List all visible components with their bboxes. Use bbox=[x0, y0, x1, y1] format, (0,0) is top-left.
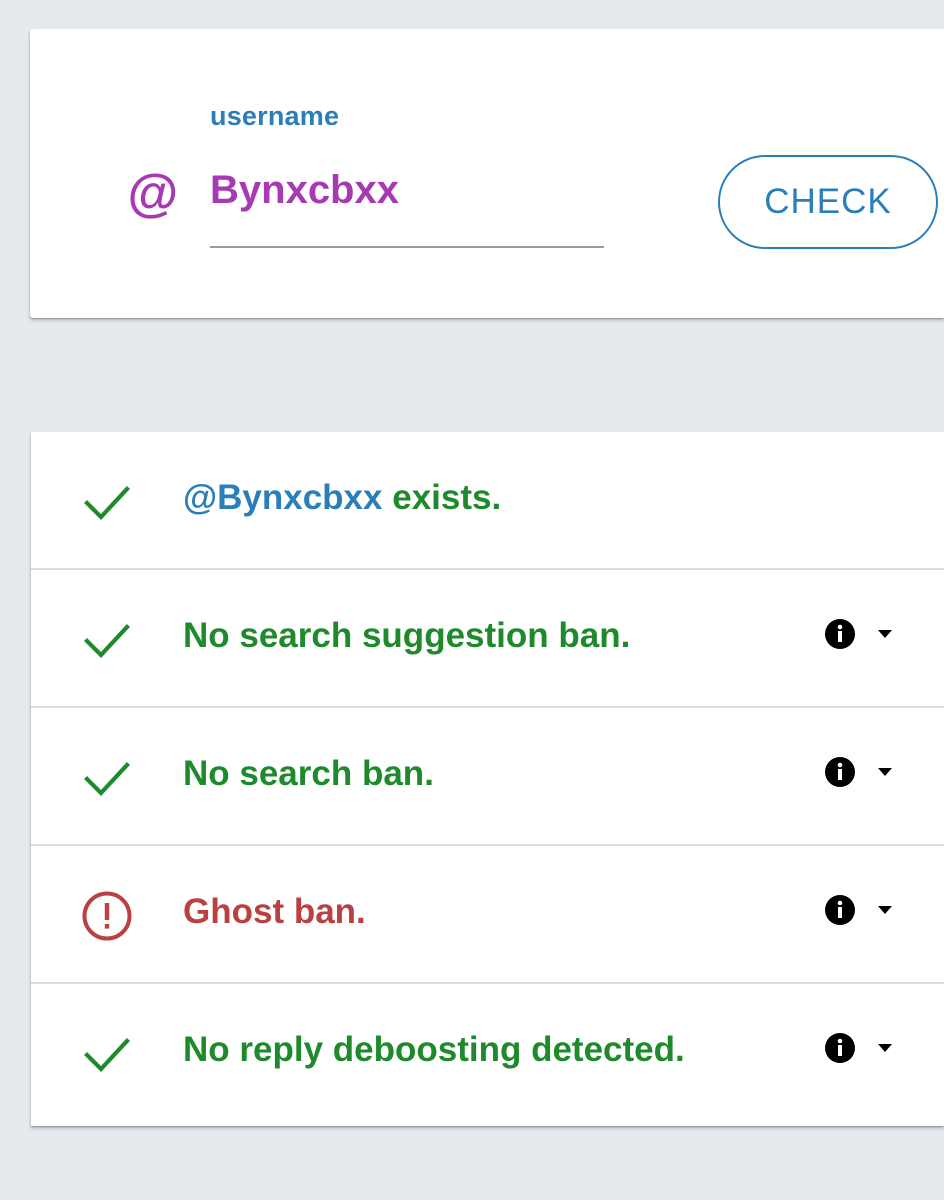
result-text-search-suggestion: No search suggestion ban. bbox=[183, 616, 631, 655]
chevron-down-icon[interactable] bbox=[876, 766, 894, 778]
result-text-exists: @Bynxcbxx exists. bbox=[183, 478, 501, 518]
chevron-down-icon[interactable] bbox=[876, 904, 894, 916]
info-icon[interactable] bbox=[824, 1032, 856, 1064]
chevron-down-icon[interactable] bbox=[876, 1042, 894, 1054]
result-row-ghost-ban[interactable]: Ghost ban. bbox=[31, 846, 944, 984]
info-icon[interactable] bbox=[824, 894, 856, 926]
result-row-search-suggestion[interactable]: No search suggestion ban. bbox=[31, 570, 944, 708]
username-input-underline bbox=[210, 246, 604, 248]
at-sign-icon: @ bbox=[126, 165, 178, 223]
check-button[interactable]: CHECK bbox=[718, 155, 938, 249]
result-text-search-ban: No search ban. bbox=[183, 754, 434, 793]
check-icon bbox=[84, 624, 130, 659]
username-search-card: username @ CHECK bbox=[30, 29, 944, 318]
info-icon[interactable] bbox=[824, 756, 856, 788]
chevron-down-icon[interactable] bbox=[876, 628, 894, 640]
result-row-exists: @Bynxcbxx exists. bbox=[31, 432, 944, 570]
username-input[interactable] bbox=[210, 163, 604, 217]
check-icon bbox=[84, 762, 130, 797]
result-text-ghost-ban: Ghost ban. bbox=[183, 892, 366, 931]
results-card: @Bynxcbxx exists. No search suggestion b… bbox=[31, 432, 944, 1126]
result-row-search-ban[interactable]: No search ban. bbox=[31, 708, 944, 846]
username-field-label: username bbox=[210, 101, 340, 131]
alert-circle-icon bbox=[82, 891, 132, 941]
info-icon[interactable] bbox=[824, 618, 856, 650]
check-icon bbox=[84, 1038, 130, 1073]
check-icon bbox=[84, 486, 130, 521]
result-text-reply-deboosting: No reply deboosting detected. bbox=[183, 1030, 685, 1069]
result-row-reply-deboosting[interactable]: No reply deboosting detected. bbox=[31, 984, 944, 1122]
username-handle-link[interactable]: @Bynxcbxx bbox=[183, 478, 383, 517]
exists-text: exists. bbox=[392, 478, 502, 517]
